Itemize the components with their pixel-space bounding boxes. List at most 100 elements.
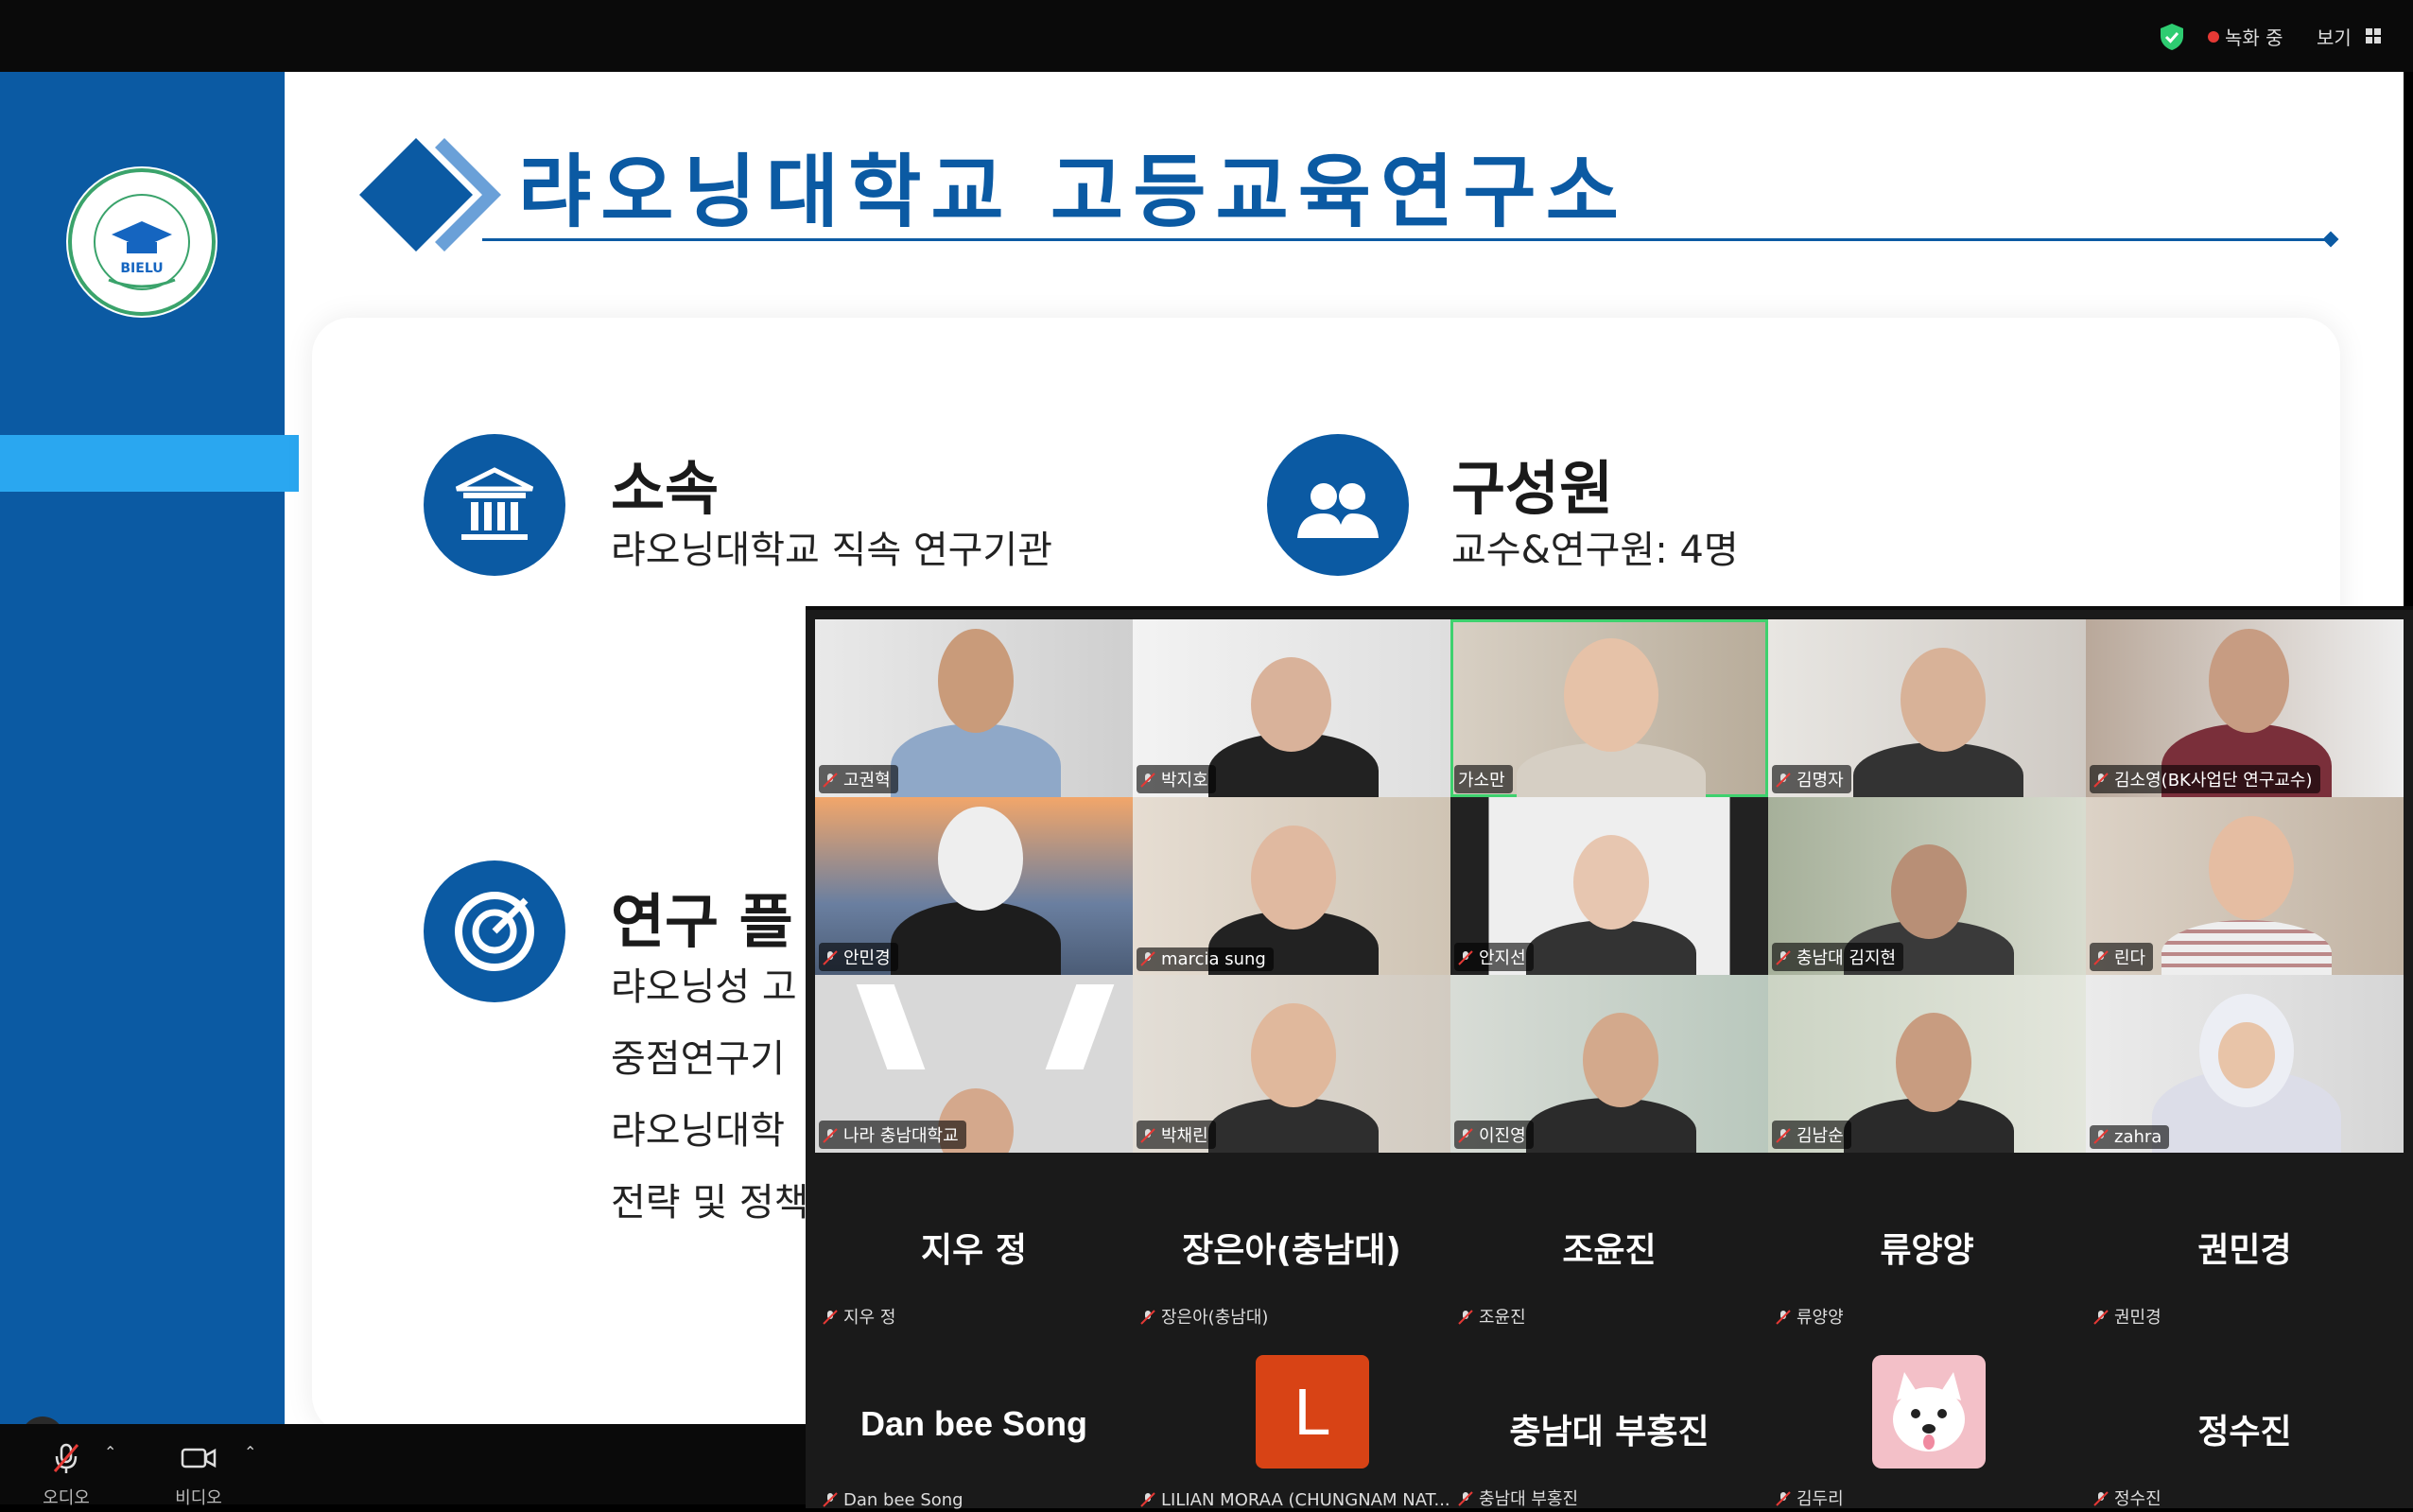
participant-display-name: 류양양: [1880, 1231, 1974, 1270]
mic-muted-icon: [1776, 1128, 1791, 1143]
participant-name: 김명자: [1772, 765, 1851, 793]
section-members-text: 교수&연구원: 4명: [1451, 529, 1739, 572]
mic-muted-icon: [2093, 773, 2109, 788]
video-tile-active-speaker[interactable]: 가소만: [1450, 619, 1768, 797]
audio-button[interactable]: 오디오: [33, 1441, 99, 1509]
mic-muted-icon: [2093, 1129, 2109, 1144]
mic-muted-icon: [1458, 1310, 1473, 1325]
slide-title: 랴오닝대학교 고등교육연구소: [518, 146, 1628, 238]
recording-dot-icon: [2208, 31, 2219, 43]
participant-display-name: 조윤진: [1562, 1231, 1657, 1270]
participant-name: 조윤진: [1454, 1302, 1534, 1330]
svg-text:BIELU: BIELU: [120, 261, 163, 276]
section-research-line-3: 랴오닝대학: [611, 1109, 785, 1153]
people-icon: [1267, 434, 1409, 576]
participant-name: 권민경: [2090, 1302, 2169, 1330]
participant-tile[interactable]: 권민경 권민경: [2086, 1156, 2404, 1334]
participant-name: 정수진: [2090, 1484, 2169, 1512]
target-icon: [424, 860, 565, 1002]
mic-muted-icon: [1776, 1310, 1791, 1325]
institute-logo: BIELU: [66, 166, 217, 318]
mic-muted-icon: [823, 950, 838, 965]
avatar-letter: L: [1256, 1355, 1369, 1469]
video-tile[interactable]: 린다: [2086, 797, 2404, 975]
video-tile[interactable]: zahra: [2086, 975, 2404, 1153]
video-tile[interactable]: 충남대 김지현: [1768, 797, 2086, 975]
section-research-line-1: 랴오닝성 고: [611, 965, 797, 1009]
participant-tile[interactable]: 김두리: [1768, 1338, 2086, 1509]
section-affiliation-text: 랴오닝대학교 직속 연구기관: [611, 529, 1053, 572]
audio-options-caret-icon[interactable]: ⌃: [104, 1443, 116, 1461]
video-tile[interactable]: 안지선: [1450, 797, 1768, 975]
participant-tile[interactable]: 류양양 류양양: [1768, 1156, 2086, 1334]
title-underline-end: [2322, 231, 2339, 248]
mic-muted-icon: [1776, 773, 1791, 788]
participant-tile[interactable]: 지우 정 지우 정: [815, 1156, 1133, 1334]
participant-name: 김남순: [1772, 1121, 1851, 1149]
participant-name: 장은아(충남대): [1137, 1302, 1276, 1330]
participant-tile[interactable]: 조윤진 조윤진: [1450, 1156, 1768, 1334]
mic-muted-icon: [1140, 773, 1155, 788]
participant-display-name: 정수진: [2197, 1413, 2292, 1451]
video-camera-icon: [181, 1448, 217, 1469]
video-tile[interactable]: 김남순: [1768, 975, 2086, 1153]
video-label: 비디오: [175, 1488, 222, 1508]
participant-tile[interactable]: 정수진 정수진: [2086, 1338, 2404, 1509]
participant-name: 고권혁: [819, 765, 898, 793]
mic-muted-icon: [1458, 1128, 1473, 1143]
participant-tile[interactable]: 장은아(충남대) 장은아(충남대): [1133, 1156, 1450, 1334]
participant-display-name: 지우 정: [921, 1231, 1027, 1270]
participant-name: 린다: [2090, 943, 2154, 971]
participant-name: 안지선: [1454, 943, 1534, 971]
meeting-controls-bar: 오디오 ⌃ 비디오 ⌃: [0, 1424, 808, 1508]
video-tile[interactable]: 이진영: [1450, 975, 1768, 1153]
participant-display-name: Dan bee Song: [859, 1404, 1088, 1443]
mic-muted-icon: [1140, 951, 1155, 966]
video-tile[interactable]: 김명자: [1768, 619, 2086, 797]
participant-display-name: 장은아(충남대): [1182, 1231, 1401, 1270]
video-options-caret-icon[interactable]: ⌃: [244, 1443, 256, 1461]
grid-view-icon[interactable]: [2364, 26, 2383, 45]
participant-name: 류양양: [1772, 1302, 1851, 1330]
view-button-label[interactable]: 보기: [2317, 23, 2352, 50]
section-research-line-4: 전략 및 정책: [611, 1181, 809, 1225]
participant-name: LILIAN MORAA (CHUNGNAM NAT...: [1137, 1488, 1458, 1512]
building-icon: [424, 434, 565, 576]
video-tile[interactable]: 고권혁: [815, 619, 1133, 797]
top-bar: 녹화 중 보기: [0, 0, 2413, 72]
section-research-line-2: 중점연구기: [611, 1037, 785, 1081]
video-tile[interactable]: 안민경: [815, 797, 1133, 975]
participant-name: 나라 충남대학교: [819, 1121, 966, 1149]
participant-name: 가소만: [1454, 765, 1513, 793]
participant-display-name: 충남대 부홍진: [1509, 1413, 1710, 1451]
mic-muted-icon: [1458, 950, 1473, 965]
mic-muted-icon: [1776, 950, 1791, 965]
participant-tile[interactable]: 충남대 부홍진 충남대 부홍진: [1450, 1338, 1768, 1509]
video-tile[interactable]: 박채린: [1133, 975, 1450, 1153]
video-tile[interactable]: 김소영(BK사업단 연구교수): [2086, 619, 2404, 797]
participant-name: 박채린: [1137, 1121, 1216, 1149]
participant-name: 김두리: [1772, 1484, 1851, 1512]
video-tile[interactable]: marcia sung: [1133, 797, 1450, 975]
video-tile[interactable]: 박지호: [1133, 619, 1450, 797]
pen-icon: [21, 1416, 64, 1424]
annotate-pen-button[interactable]: [21, 1416, 64, 1424]
mic-muted-icon: [2093, 1310, 2109, 1325]
participant-tile[interactable]: L LILIAN MORAA (CHUNGNAM NAT...: [1133, 1338, 1450, 1510]
video-button[interactable]: 비디오: [165, 1441, 232, 1509]
participant-tile[interactable]: Dan bee Song Dan bee Song: [815, 1338, 1133, 1510]
participant-gallery: 고권혁 박지호 가소만 김명자 김소영(BK사업단 연구교수) 안민경 marc…: [806, 606, 2413, 1510]
participant-name: 김소영(BK사업단 연구교수): [2090, 765, 2320, 793]
section-research-title: 연구 플: [611, 887, 793, 956]
mic-muted-icon: [823, 1492, 838, 1507]
participant-name: marcia sung: [1137, 947, 1274, 971]
mic-muted-icon: [823, 1310, 838, 1325]
section-affiliation-title: 소속: [611, 454, 720, 523]
participant-name: 안민경: [819, 943, 898, 971]
mic-muted-icon: [1140, 1310, 1155, 1325]
participant-name: 충남대 부홍진: [1454, 1484, 1586, 1512]
title-underline: [482, 238, 2334, 241]
security-shield-icon[interactable]: [2159, 23, 2185, 51]
video-tile[interactable]: 나라 충남대학교: [815, 975, 1133, 1153]
mic-muted-icon: [1140, 1128, 1155, 1143]
